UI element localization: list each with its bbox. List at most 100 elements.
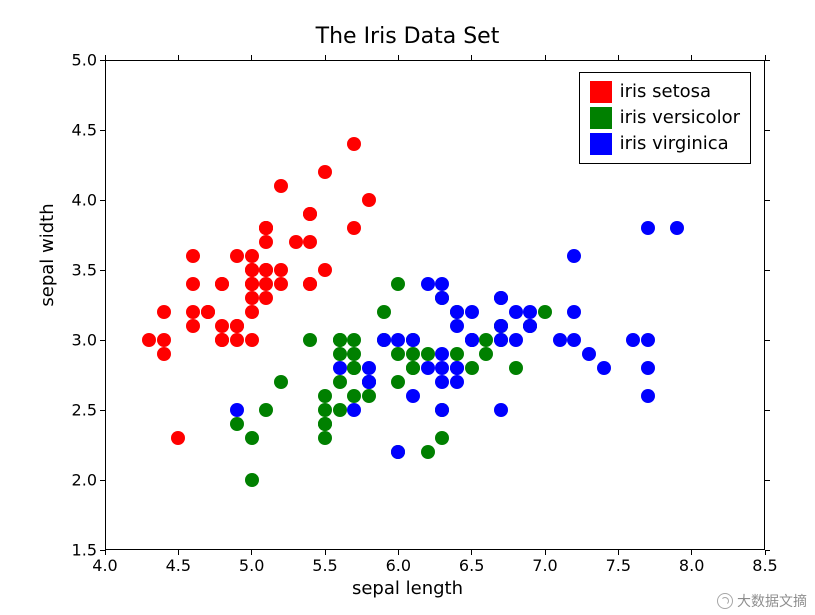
x-tick-mark <box>471 55 472 60</box>
y-tick-mark <box>100 270 105 271</box>
x-tick-mark <box>545 550 546 555</box>
data-point <box>274 277 288 291</box>
watermark-text: 大数据文摘 <box>737 591 807 611</box>
x-tick-mark <box>471 550 472 555</box>
data-point <box>670 221 684 235</box>
x-tick-mark <box>691 55 692 60</box>
data-point <box>347 333 361 347</box>
data-point <box>450 319 464 333</box>
data-point <box>377 333 391 347</box>
data-point <box>435 291 449 305</box>
data-point <box>450 347 464 361</box>
data-point <box>230 417 244 431</box>
x-tick-label: 4.5 <box>166 556 191 575</box>
y-tick-label: 4.0 <box>72 191 97 210</box>
data-point <box>450 375 464 389</box>
data-point <box>245 333 259 347</box>
x-tick-mark <box>618 550 619 555</box>
legend-item: iris versicolor <box>590 105 740 131</box>
x-tick-mark <box>325 55 326 60</box>
data-point <box>421 445 435 459</box>
x-tick-mark <box>251 55 252 60</box>
data-point <box>318 389 332 403</box>
data-point <box>435 375 449 389</box>
data-point <box>245 431 259 445</box>
data-point <box>186 305 200 319</box>
data-point <box>333 347 347 361</box>
data-point <box>435 403 449 417</box>
data-point <box>245 305 259 319</box>
data-point <box>259 235 273 249</box>
watermark-icon <box>717 593 733 609</box>
y-tick-mark <box>765 480 770 481</box>
data-point <box>391 347 405 361</box>
data-point <box>509 361 523 375</box>
data-point <box>230 319 244 333</box>
y-tick-mark <box>100 200 105 201</box>
data-point <box>318 263 332 277</box>
legend-item: iris setosa <box>590 79 740 105</box>
y-tick-label: 2.0 <box>72 471 97 490</box>
legend-label: iris versicolor <box>620 105 740 131</box>
chart-title: The Iris Data Set <box>0 24 815 49</box>
data-point <box>215 319 229 333</box>
data-point <box>391 445 405 459</box>
legend-swatch <box>590 81 612 103</box>
data-point <box>245 291 259 305</box>
y-tick-mark <box>100 60 105 61</box>
data-point <box>303 235 317 249</box>
data-point <box>641 389 655 403</box>
y-tick-mark <box>765 340 770 341</box>
data-point <box>333 375 347 389</box>
data-point <box>509 305 523 319</box>
x-tick-label: 5.0 <box>239 556 264 575</box>
x-tick-mark <box>325 550 326 555</box>
x-tick-label: 8.5 <box>752 556 777 575</box>
data-point <box>245 263 259 277</box>
y-tick-mark <box>765 550 770 551</box>
data-point <box>362 193 376 207</box>
data-point <box>157 333 171 347</box>
data-point <box>494 319 508 333</box>
data-point <box>435 431 449 445</box>
y-tick-label: 5.0 <box>72 51 97 70</box>
data-point <box>465 361 479 375</box>
x-tick-label: 5.5 <box>312 556 337 575</box>
y-tick-label: 3.0 <box>72 331 97 350</box>
legend: iris setosairis versicoloriris virginica <box>579 72 751 164</box>
data-point <box>582 347 596 361</box>
y-axis-label: sepal width <box>37 155 58 355</box>
y-tick-mark <box>765 130 770 131</box>
data-point <box>318 165 332 179</box>
data-point <box>347 361 361 375</box>
y-tick-mark <box>100 410 105 411</box>
data-point <box>274 263 288 277</box>
data-point <box>303 333 317 347</box>
legend-label: iris virginica <box>620 131 729 157</box>
data-point <box>421 277 435 291</box>
data-point <box>391 375 405 389</box>
data-point <box>553 333 567 347</box>
data-point <box>391 277 405 291</box>
data-point <box>479 347 493 361</box>
data-point <box>171 431 185 445</box>
data-point <box>567 249 581 263</box>
data-point <box>259 263 273 277</box>
y-tick-mark <box>100 550 105 551</box>
data-point <box>377 305 391 319</box>
data-point <box>538 305 552 319</box>
data-point <box>318 403 332 417</box>
data-point <box>245 249 259 263</box>
data-point <box>362 375 376 389</box>
figure: The Iris Data Set sepal length sepal wid… <box>0 0 815 615</box>
data-point <box>186 249 200 263</box>
x-tick-mark <box>105 550 106 555</box>
x-tick-mark <box>398 550 399 555</box>
y-tick-label: 4.5 <box>72 121 97 140</box>
data-point <box>435 277 449 291</box>
data-point <box>245 473 259 487</box>
x-tick-label: 6.0 <box>386 556 411 575</box>
y-tick-mark <box>765 200 770 201</box>
data-point <box>597 361 611 375</box>
data-point <box>494 291 508 305</box>
